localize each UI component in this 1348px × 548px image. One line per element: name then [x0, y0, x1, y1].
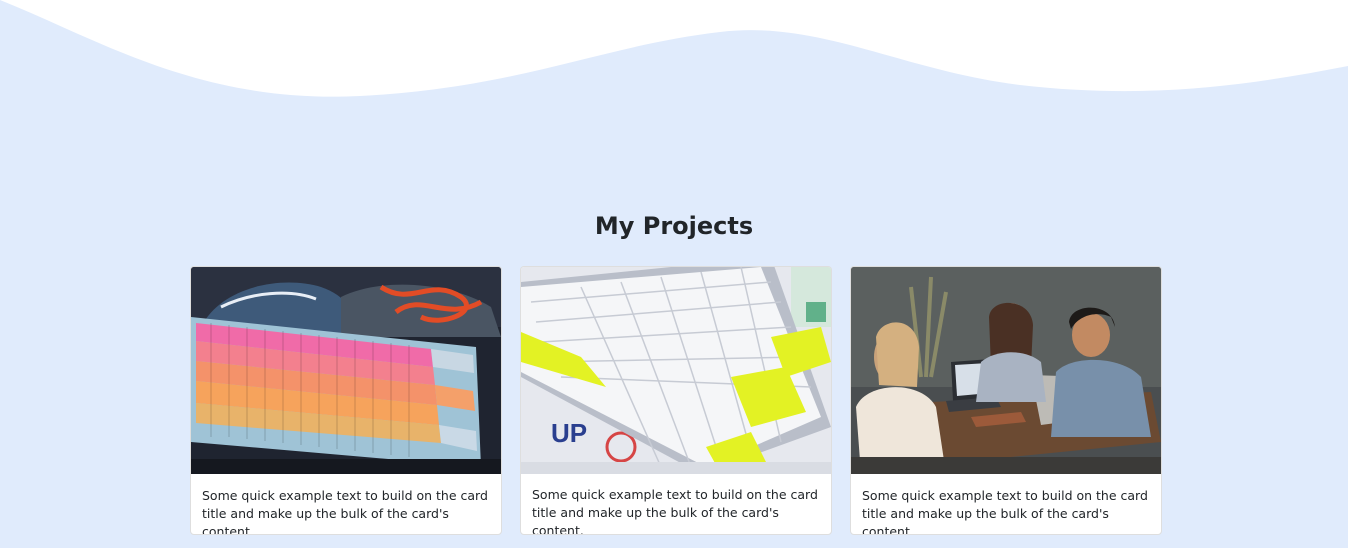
- keyboard-white-yellow-icon: UP: [521, 267, 831, 474]
- card-text: Some quick example text to build on the …: [862, 488, 1148, 535]
- card-text: Some quick example text to build on the …: [532, 487, 818, 535]
- card-image: UP: [521, 267, 831, 474]
- wave-divider: [0, 0, 1348, 97]
- project-card[interactable]: Some quick example text to build on the …: [190, 266, 502, 535]
- section-title: My Projects: [594, 212, 754, 240]
- project-card[interactable]: Some quick example text to build on the …: [850, 266, 1162, 535]
- project-cards: Some quick example text to build on the …: [190, 266, 1162, 536]
- card-text: Some quick example text to build on the …: [202, 488, 488, 535]
- card-image: [191, 267, 501, 474]
- team-meeting-icon: [851, 267, 1161, 474]
- card-image: [851, 267, 1161, 474]
- project-card[interactable]: UP Some quick example text to build on t…: [520, 266, 832, 535]
- keyboard-pastel-icon: [191, 267, 501, 474]
- projects-section: My Projects Some quick example text to b…: [0, 0, 1348, 548]
- svg-text:UP: UP: [551, 418, 587, 448]
